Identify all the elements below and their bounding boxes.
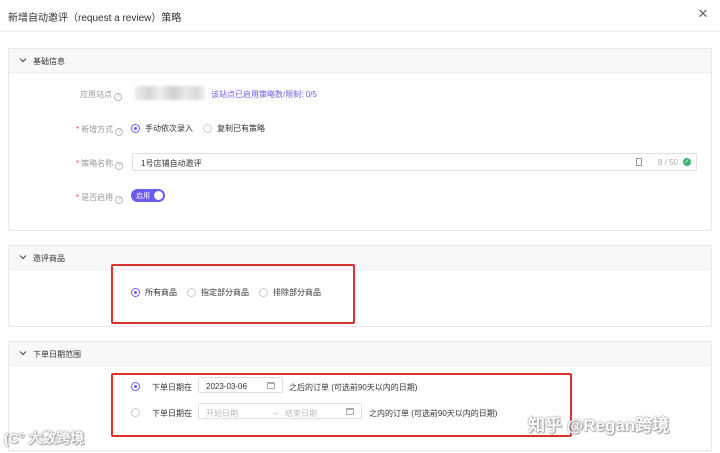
dates-header[interactable]: 下单日期范围	[9, 342, 711, 366]
question-circle-icon[interactable]: ?	[115, 196, 124, 204]
watermark-left: (C° 大数跨境	[4, 430, 85, 446]
radio-dot	[203, 124, 212, 133]
question-circle-icon[interactable]: ?	[114, 93, 122, 101]
radio-dot	[187, 288, 196, 297]
check-circle-icon: ✓	[683, 158, 691, 166]
radio-label: 排除部分商品	[273, 288, 321, 297]
enable-label: * 是否启用?	[76, 192, 124, 204]
site-label: 应用站点?	[80, 89, 122, 101]
date-after-value: 2023-03-06	[206, 382, 247, 391]
date-range-prefix: 下单日期在	[152, 409, 192, 418]
section-title: 下单日期范围	[33, 350, 81, 359]
chevron-down-icon	[19, 351, 27, 356]
char-count: 8 / 50	[657, 158, 678, 167]
radio-label: 手动依次录入	[145, 124, 193, 133]
section-title: 邀评商品	[33, 254, 65, 263]
toggle-knob	[154, 191, 163, 200]
products-section: 邀评商品	[8, 245, 712, 327]
calendar-icon	[267, 382, 275, 389]
radio-dot	[259, 288, 268, 297]
method-radio-manual[interactable]: 手动依次录入	[131, 123, 193, 134]
close-icon[interactable]: ✕	[696, 7, 710, 21]
radio-label: 复制已有策略	[217, 124, 265, 133]
date-radio-range[interactable]	[131, 408, 145, 417]
date-range-start: 开始日期	[206, 409, 238, 418]
radio-label: 指定部分商品	[201, 288, 249, 297]
toggle-label: 启用	[136, 193, 150, 200]
products-radio-exclude[interactable]: 排除部分商品	[259, 287, 321, 298]
date-range-picker[interactable]: 开始日期 → 结束日期	[198, 403, 362, 419]
policy-name-input[interactable]: 1号店铺自动邀评 8 / 50 ✓	[132, 153, 697, 171]
modal-header: 新增自动邀评（request a review）策略 ✕	[0, 0, 720, 32]
policy-name-value: 1号店铺自动邀评	[141, 159, 202, 168]
date-after-picker[interactable]: 2023-03-06	[198, 377, 283, 393]
chevron-down-icon	[19, 58, 27, 63]
radio-label: 所有商品	[145, 288, 177, 297]
date-range-arrow: →	[271, 408, 279, 417]
method-label: * 新增方式?	[76, 124, 124, 136]
edit-icon	[636, 158, 642, 166]
date-after-suffix: 之后的订单 (可选前90天以内的日期)	[289, 383, 418, 392]
radio-dot	[131, 124, 140, 133]
calendar-icon	[346, 408, 354, 415]
modal-title: 新增自动邀评（request a review）策略	[8, 13, 182, 24]
method-radio-copy[interactable]: 复制已有策略	[203, 123, 265, 134]
radio-dot	[131, 382, 140, 391]
basic-info-header[interactable]: 基础信息	[9, 49, 711, 73]
site-policy-limit-link[interactable]: 该站点已启用策略数/限制: 0/5	[211, 89, 317, 100]
date-radio-after[interactable]	[131, 382, 145, 391]
site-value-redacted	[135, 86, 205, 100]
products-header[interactable]: 邀评商品	[9, 246, 711, 270]
name-label: * 策略名称?	[76, 158, 124, 170]
date-range-suffix: 之内的订单 (可选前90天以内的日期)	[369, 409, 498, 418]
chevron-down-icon	[19, 255, 27, 260]
radio-dot	[131, 288, 140, 297]
watermark-right: 知乎 @Regan跨境	[528, 416, 670, 435]
question-circle-icon[interactable]: ?	[115, 162, 124, 170]
radio-dot	[131, 408, 140, 417]
products-radio-some[interactable]: 指定部分商品	[187, 287, 249, 298]
section-title: 基础信息	[33, 57, 65, 66]
products-radio-all[interactable]: 所有商品	[131, 287, 177, 298]
enable-toggle[interactable]: 启用	[131, 189, 165, 202]
date-range-end: 结束日期	[285, 409, 317, 418]
question-circle-icon[interactable]: ?	[115, 128, 124, 136]
date-after-prefix: 下单日期在	[152, 383, 192, 392]
